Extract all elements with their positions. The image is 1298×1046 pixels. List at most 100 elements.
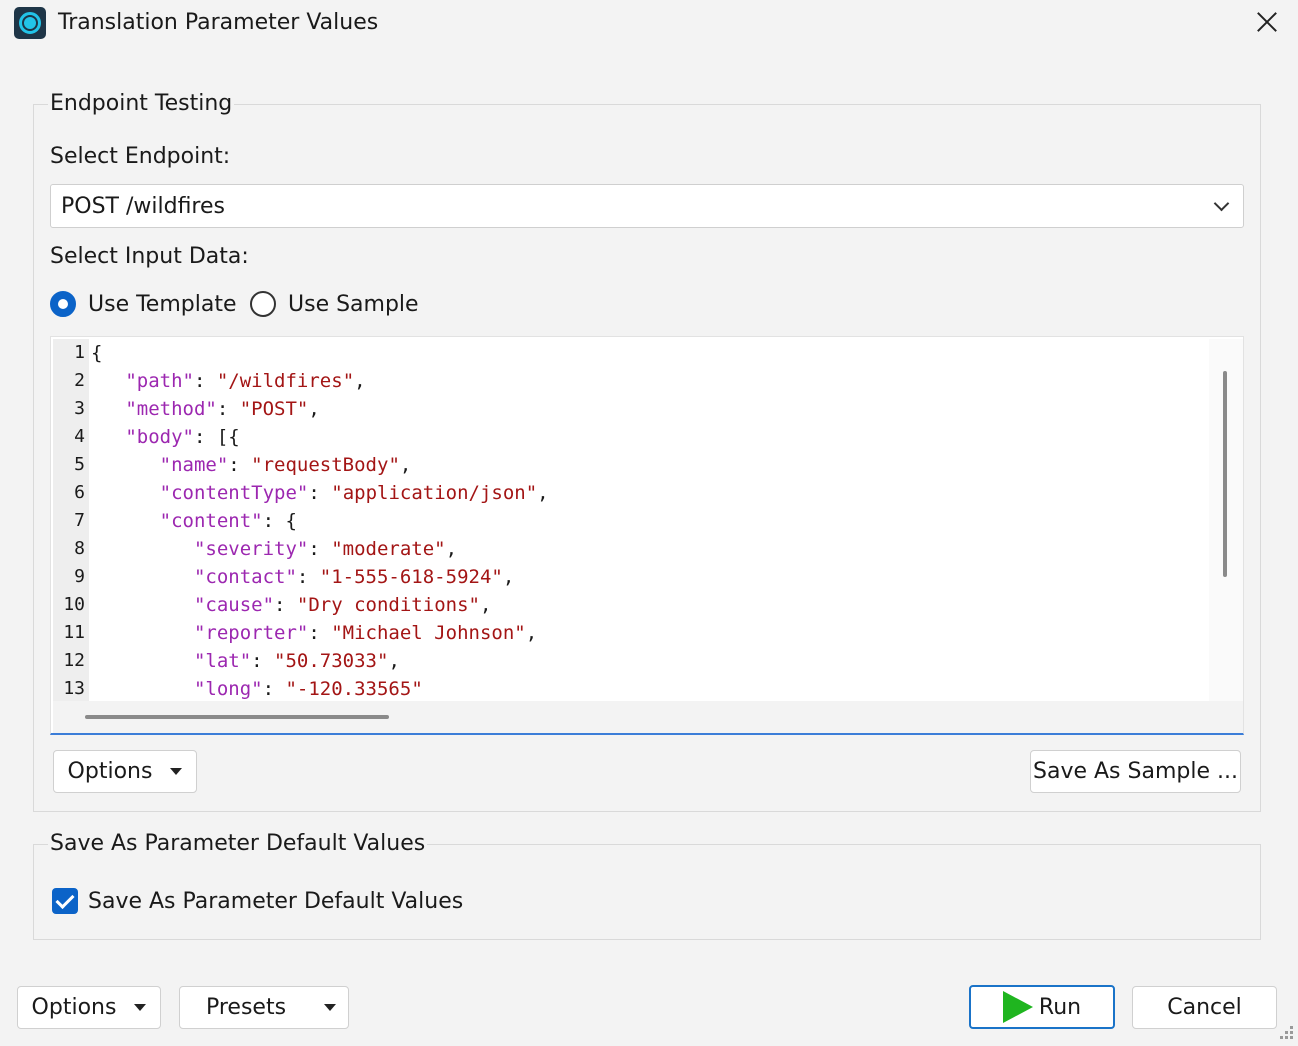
code-key: "lat" [193,650,252,672]
code-key: "content" [159,510,263,532]
line-number: 3 [74,398,85,419]
line-number: 2 [74,370,85,391]
play-icon [1002,991,1033,1023]
select-endpoint-label: Select Endpoint: [50,144,231,169]
line-number: 8 [74,538,85,559]
code-punctuation [91,454,160,476]
caret-down-icon [134,1004,147,1011]
code-punctuation: : [216,398,240,420]
radio-unselected-icon [250,291,276,317]
code-punctuation: , [388,650,400,672]
code-string: "-120.33565" [285,678,423,700]
footer-options-label: Options [31,995,117,1020]
code-line: "content": { [91,507,297,535]
select-input-label: Select Input Data: [50,244,249,269]
code-punctuation [91,622,194,644]
code-line: { [91,339,102,367]
save-defaults-checkbox[interactable] [52,888,78,914]
code-line: "lat": "50.73033", [91,647,400,675]
code-punctuation: : { [262,510,297,532]
code-line: "long": "-120.33565" [91,675,423,701]
radio-use-template-label: Use Template [88,291,237,317]
footer-options-button[interactable]: Options [17,986,161,1029]
save-defaults-checkbox-label: Save As Parameter Default Values [88,889,464,914]
radio-use-template[interactable]: Use Template [50,290,236,318]
code-punctuation [91,566,194,588]
line-number-gutter: 1 2 3 4 5 6 7 8 9 10 11 12 13 [53,339,89,701]
horizontal-scrollbar-thumb[interactable] [85,715,389,719]
code-line: "path": "/wildfires", [91,367,366,395]
line-number: 13 [63,678,85,699]
code-string: "moderate" [331,538,446,560]
code-key: "path" [125,370,194,392]
title-bar: Translation Parameter Values [0,0,1298,50]
editor-options-button[interactable]: Options [53,750,197,793]
code-punctuation [91,370,125,392]
code-punctuation: : [274,594,297,616]
code-key: "long" [193,678,263,700]
line-number: 9 [74,566,85,587]
line-number: 12 [63,650,85,671]
code-punctuation: , [354,370,366,392]
code-line: "reporter": "Michael Johnson", [91,619,537,647]
code-key: "reporter" [193,622,309,644]
code-punctuation [91,594,194,616]
code-key: "name" [159,454,229,476]
cancel-label: Cancel [1167,995,1242,1020]
code-key: "severity" [193,538,309,560]
radio-use-sample-label: Use Sample [288,291,419,317]
code-line: "body": [{ [91,423,240,451]
code-punctuation [91,482,160,504]
line-number: 7 [74,510,85,531]
code-punctuation [91,510,160,532]
code-punctuation: , [525,622,538,644]
endpoint-select[interactable]: POST /wildfires [50,184,1244,228]
presets-button[interactable]: Presets [179,986,349,1029]
code-string: "Dry conditions" [296,594,480,616]
code-punctuation [91,398,125,420]
close-icon[interactable] [1251,6,1283,38]
code-string: "/wildfires" [216,370,355,392]
code-line: "contentType": "application/json", [91,479,549,507]
code-punctuation: , [399,454,412,476]
endpoint-testing-legend: Endpoint Testing [48,91,235,116]
code-punctuation: , [308,398,320,420]
caret-down-icon [324,1004,337,1011]
code-text-area[interactable]: { "path": "/wildfires", "method": "POST"… [89,339,1209,701]
code-editor[interactable]: 1 2 3 4 5 6 7 8 9 10 11 12 13 { "path": "/wildfires"… [50,336,1244,735]
run-button[interactable]: Run [969,985,1115,1029]
code-line: "method": "POST", [91,395,320,423]
code-punctuation: , [445,538,458,560]
code-line: "severity": "moderate", [91,535,457,563]
line-number: 11 [63,622,85,643]
code-punctuation: : [308,622,332,644]
save-as-sample-button[interactable]: Save As Sample ... [1030,750,1241,793]
cancel-button[interactable]: Cancel [1132,986,1277,1029]
code-punctuation: : [{ [193,426,240,448]
line-number: 1 [74,342,85,363]
line-number: 6 [74,482,85,503]
radio-selected-icon [50,291,76,317]
code-string: "requestBody" [251,454,400,476]
code-string: "application/json" [331,482,538,504]
window-title: Translation Parameter Values [58,10,379,35]
code-string: "50.73033" [274,650,389,672]
code-punctuation: : [228,454,252,476]
code-punctuation: , [479,594,492,616]
code-punctuation: , [537,482,549,504]
presets-label: Presets [205,995,287,1020]
code-punctuation [91,538,194,560]
radio-use-sample[interactable]: Use Sample [250,290,419,318]
code-punctuation: , [502,566,515,588]
line-number: 4 [74,426,85,447]
code-punctuation [91,650,194,672]
caret-down-icon [170,768,183,775]
code-key: "body" [125,426,194,448]
line-number: 10 [63,594,85,615]
code-punctuation: : [251,650,275,672]
vertical-scrollbar-thumb[interactable] [1223,371,1227,577]
endpoint-select-value: POST /wildfires [61,194,225,219]
code-line: "name": "requestBody", [91,451,412,479]
resize-grip-icon[interactable] [1276,1024,1294,1042]
code-punctuation: : [193,370,217,392]
